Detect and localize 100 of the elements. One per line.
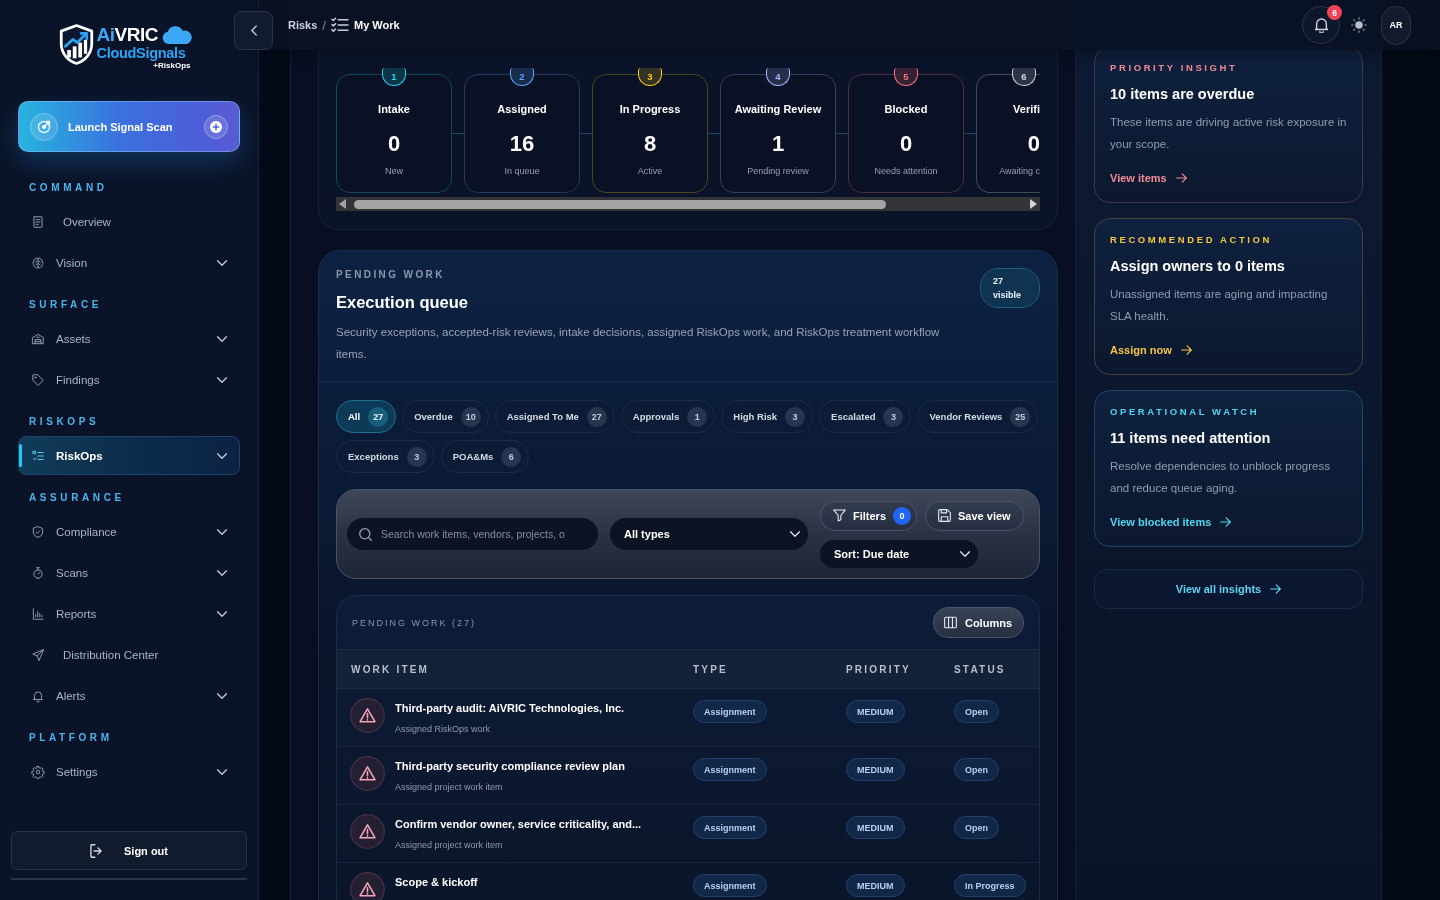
brain-icon bbox=[31, 255, 45, 270]
table-row[interactable]: Confirm vendor owner, service criticality, and... Assigned project work item Assignment MEDIUM Open bbox=[337, 805, 1039, 863]
search-field[interactable]: Search work items, vendors, projects, o bbox=[347, 518, 598, 550]
work-item-subtitle: Assigned project work item bbox=[395, 839, 503, 851]
count-badge: 6 bbox=[501, 446, 522, 467]
scroll-left-icon[interactable] bbox=[339, 199, 347, 209]
sort-select[interactable]: Sort: Due date bbox=[820, 539, 978, 568]
stage-title: Verifi bbox=[1013, 102, 1040, 117]
nav-section-title: ASSURANCE bbox=[28, 491, 126, 505]
nav-item[interactable]: Assets bbox=[18, 319, 240, 358]
stage-title: Awaiting Review bbox=[734, 102, 822, 117]
notification-count: 6 bbox=[1327, 5, 1342, 20]
sun-icon[interactable] bbox=[1351, 17, 1367, 33]
stopwatch-icon bbox=[31, 565, 45, 580]
step-badge: 6 bbox=[1012, 68, 1036, 86]
stage-caption: New bbox=[385, 165, 403, 177]
scrollbar-thumb[interactable] bbox=[354, 199, 886, 209]
columns-button[interactable]: Columns bbox=[932, 607, 1024, 638]
table-row[interactable]: Third-party security compliance review plan Assigned project work item Assignment MEDIUM Open bbox=[337, 747, 1039, 805]
stage-caption: In queue bbox=[504, 165, 540, 177]
user-avatar[interactable]: AR bbox=[1381, 5, 1411, 45]
nav-item[interactable]: Vision bbox=[18, 243, 240, 282]
filter-chip[interactable]: POA&Ms 6 bbox=[440, 440, 530, 473]
status-tag: Open bbox=[954, 758, 999, 781]
stage-count: 8 bbox=[643, 131, 657, 157]
insight-link[interactable]: View blocked items bbox=[1110, 514, 1232, 530]
target-icon bbox=[30, 112, 58, 141]
nav-item[interactable]: Distribution Center bbox=[18, 635, 240, 674]
filter-chip[interactable]: Assigned To Me 27 bbox=[494, 400, 615, 433]
breadcrumb-separator: / bbox=[322, 17, 326, 33]
save-view-button[interactable]: Save view bbox=[925, 500, 1024, 531]
table-row[interactable]: Scope & kickoff Assignment MEDIUM In Progress bbox=[337, 863, 1039, 900]
stage-title: Assigned bbox=[497, 102, 547, 117]
sign-out-button[interactable]: Sign out bbox=[11, 831, 247, 870]
stage-title: Blocked bbox=[884, 102, 928, 117]
type-tag: Assignment bbox=[693, 700, 767, 723]
filter-chip[interactable]: All 27 bbox=[336, 400, 397, 433]
status-tag: In Progress bbox=[954, 874, 1026, 897]
bar-chart-icon bbox=[31, 606, 45, 621]
insight-eyebrow: RECOMMENDED ACTION bbox=[1110, 233, 1274, 247]
visible-count-badge: 27 visible bbox=[980, 268, 1040, 308]
column-header[interactable]: PRIORITY bbox=[846, 663, 911, 675]
nav-item[interactable]: Settings bbox=[18, 752, 240, 791]
nav-item[interactable]: Compliance bbox=[18, 512, 240, 551]
edition-label: +RiskOps bbox=[153, 61, 191, 70]
filter-chip[interactable]: High Risk 3 bbox=[721, 400, 814, 433]
column-header[interactable]: WORK ITEM bbox=[351, 663, 430, 675]
stage-connector bbox=[452, 133, 464, 134]
scroll-right-icon[interactable] bbox=[1029, 199, 1037, 209]
insight-title: 11 items need attention bbox=[1110, 429, 1272, 448]
filter-chip[interactable]: Approvals 1 bbox=[620, 400, 716, 433]
notifications-button[interactable]: 6 bbox=[1302, 6, 1340, 44]
chevron-down-icon bbox=[217, 335, 227, 342]
sign-out-icon bbox=[90, 843, 102, 858]
view-all-button[interactable]: View all insights bbox=[1094, 569, 1363, 609]
chevron-down-icon bbox=[217, 768, 227, 775]
insight-link[interactable]: View items bbox=[1110, 170, 1187, 186]
stage-count: 0 bbox=[387, 131, 401, 157]
type-tag: Assignment bbox=[693, 816, 767, 839]
nav-item[interactable]: Findings bbox=[18, 360, 240, 399]
arrow-right-icon bbox=[1175, 173, 1187, 183]
chevron-down-icon bbox=[960, 550, 970, 557]
plus-icon bbox=[204, 114, 228, 139]
section-title: Execution queue bbox=[336, 292, 470, 313]
work-item-title[interactable]: Scope & kickoff bbox=[395, 875, 478, 889]
step-badge: 2 bbox=[510, 68, 534, 86]
table-row[interactable]: Third-party audit: AiVRIC Technologies, Inc. Assigned RiskOps work Assignment MEDIUM Open bbox=[337, 689, 1039, 747]
launch-scan-button[interactable]: Launch Signal Scan bbox=[18, 101, 240, 152]
work-item-title[interactable]: Third-party security compliance review plan bbox=[395, 759, 625, 773]
arrow-right-icon bbox=[1180, 345, 1192, 355]
type-tag: Assignment bbox=[693, 758, 767, 781]
count-badge: 3 bbox=[785, 406, 806, 427]
priority-tag: MEDIUM bbox=[846, 758, 905, 781]
chevron-down-icon bbox=[790, 531, 800, 537]
nav-item[interactable]: Reports bbox=[18, 594, 240, 633]
chevron-down-icon bbox=[217, 259, 227, 266]
work-item-subtitle: Assigned project work item bbox=[395, 781, 503, 793]
work-item-title[interactable]: Confirm vendor owner, service criticality, and... bbox=[395, 817, 642, 831]
stage-connector bbox=[708, 133, 720, 134]
filter-chip[interactable]: Exceptions 3 bbox=[336, 440, 435, 473]
breadcrumb-link[interactable]: Risks bbox=[288, 19, 318, 31]
nav-item[interactable]: RiskOps bbox=[18, 436, 240, 475]
filters-button[interactable]: Filters 0 bbox=[820, 500, 917, 531]
column-header[interactable]: STATUS bbox=[954, 663, 1006, 675]
insight-link[interactable]: Assign now bbox=[1110, 342, 1192, 358]
nav-item[interactable]: Alerts bbox=[18, 676, 240, 715]
filter-chip[interactable]: Escalated 3 bbox=[819, 400, 912, 433]
stage-caption: Needs attention bbox=[874, 165, 938, 177]
filter-chip[interactable]: Overdue 10 bbox=[402, 400, 489, 433]
nav-item[interactable]: Scans bbox=[18, 553, 240, 592]
table-title: PENDING WORK (27) bbox=[352, 617, 476, 628]
horizontal-scrollbar[interactable] bbox=[336, 197, 1040, 211]
nav-section-title: COMMAND bbox=[28, 181, 109, 195]
warning-icon bbox=[350, 756, 385, 791]
work-item-title[interactable]: Third-party audit: AiVRIC Technologies, Inc. bbox=[395, 701, 625, 715]
filter-chip[interactable]: Vendor Reviews 25 bbox=[917, 400, 1039, 433]
column-header[interactable]: TYPE bbox=[693, 663, 728, 675]
type-select[interactable]: All types bbox=[610, 518, 808, 550]
chevron-left-icon bbox=[250, 25, 257, 36]
nav-item[interactable]: Overview bbox=[18, 202, 240, 241]
